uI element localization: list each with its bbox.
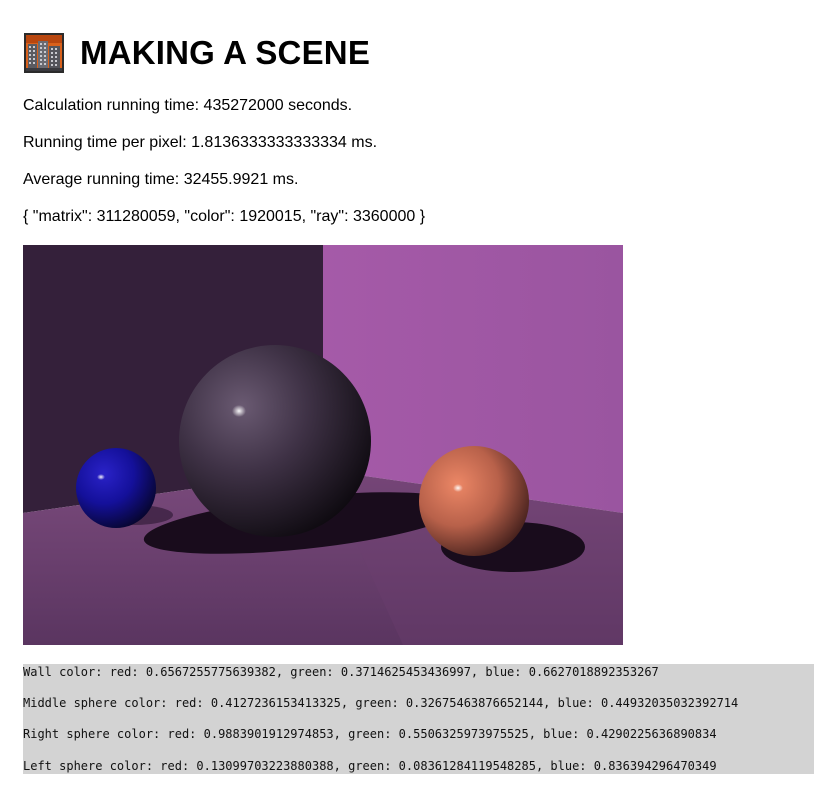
sphere-colors-block: Wall color: red: 0.6567255775639382, gre…: [23, 664, 814, 774]
wall-color-text: Wall color: red: 0.6567255775639382, gre…: [23, 665, 659, 679]
right-sphere: [419, 446, 529, 556]
middle-sphere: [179, 345, 371, 537]
page-title: MAKING A SCENE: [80, 34, 371, 71]
left-sphere: [76, 448, 156, 528]
left-sphere-color-text: Left sphere color: red: 0.13099703223880…: [23, 759, 717, 773]
building-icon: [24, 33, 64, 73]
calculation-time-text: Calculation running time: 435272000 seco…: [23, 97, 353, 114]
time-per-pixel-text: Running time per pixel: 1.81363333333333…: [23, 134, 378, 151]
operation-counts-text: { "matrix": 311280059, "color": 1920015,…: [23, 208, 426, 225]
page-header: MAKING A SCENE: [24, 33, 370, 73]
average-time-text: Average running time: 32455.9921 ms.: [23, 171, 299, 188]
middle-sphere-color-text: Middle sphere color: red: 0.412723615341…: [23, 696, 739, 710]
rendered-scene: [23, 245, 623, 645]
right-sphere-color-text: Right sphere color: red: 0.9883901912974…: [23, 727, 717, 741]
